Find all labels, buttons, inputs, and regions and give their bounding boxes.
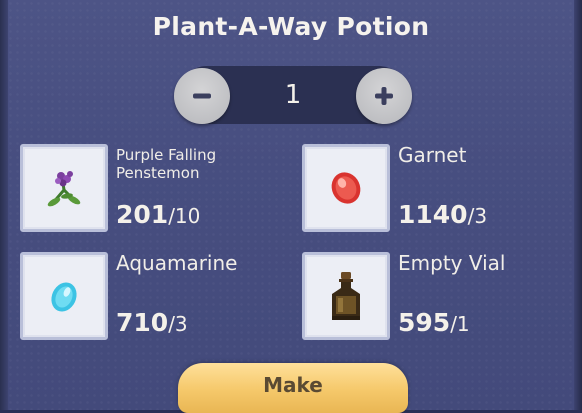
owned-count: 201 (116, 200, 169, 229)
ingredient-purple-falling-penstemon[interactable]: Purple Falling Penstemon 201/10 (20, 144, 270, 239)
recipe-title: Plant-A-Way Potion (152, 12, 430, 41)
required-count: /3 (168, 312, 188, 336)
ingredient-count: 710/3 (116, 310, 188, 337)
ingredient-count: 201/10 (116, 202, 200, 229)
make-button[interactable]: Make (178, 363, 408, 413)
plus-icon (375, 87, 393, 105)
ingredient-garnet[interactable]: Garnet 1140/3 (302, 144, 552, 239)
red-gem-icon (331, 172, 361, 204)
ingredient-name: Aquamarine (116, 251, 238, 275)
ingredient-icon-box (20, 252, 108, 340)
blue-gem-icon (51, 282, 77, 312)
crafting-panel: Plant-A-Way Potion 1 Purple Falling Pens… (0, 0, 582, 413)
ingredient-icon-box (20, 144, 108, 232)
quantity-stepper: 1 (174, 66, 412, 124)
increase-button[interactable] (356, 68, 412, 124)
vial-icon (332, 272, 360, 320)
ingredient-name: Empty Vial (398, 251, 506, 275)
required-count: /3 (467, 204, 488, 228)
make-button-label: Make (263, 373, 323, 397)
ingredient-name: Garnet (398, 143, 467, 167)
panel-edge-right (574, 0, 582, 410)
required-count: /10 (168, 204, 201, 228)
ingredient-count: 1140/3 (398, 202, 487, 229)
required-count: /1 (450, 312, 470, 336)
ingredient-aquamarine[interactable]: Aquamarine 710/3 (20, 252, 270, 347)
owned-count: 710 (116, 308, 169, 337)
owned-count: 1140 (398, 200, 468, 229)
ingredient-icon-box (302, 144, 390, 232)
ingredient-count: 595/1 (398, 310, 470, 337)
ingredient-icon-box (302, 252, 390, 340)
ingredient-empty-vial[interactable]: Empty Vial 595/1 (302, 252, 552, 347)
purple-flower-icon (47, 171, 81, 207)
ingredient-name: Purple Falling Penstemon (116, 146, 217, 182)
panel-edge-left (0, 0, 8, 410)
owned-count: 595 (398, 308, 451, 337)
